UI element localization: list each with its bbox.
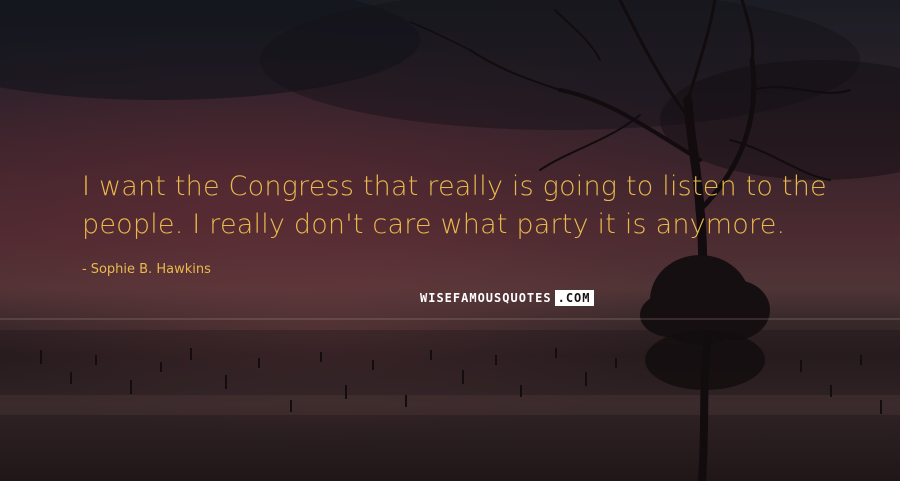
horizon-line (0, 318, 900, 320)
watermark-main: WISEFAMOUSQUOTES (420, 291, 552, 305)
quote-line-2: people. I really don't care what party i… (82, 209, 786, 240)
watermark-tld: .COM (554, 290, 594, 306)
quote-line-1: I want the Congress that really is going… (82, 171, 827, 202)
quote-author: - Sophie B. Hawkins (82, 262, 211, 277)
tree-reflection-foliage (645, 330, 765, 390)
site-watermark: WISEFAMOUSQUOTES .COM (420, 290, 594, 306)
quote-text: I want the Congress that really is going… (82, 168, 862, 244)
water-shimmer (0, 395, 900, 415)
tree-foliage (640, 293, 700, 337)
author-name: Sophie B. Hawkins (90, 262, 211, 277)
quote-image: I want the Congress that really is going… (0, 0, 900, 481)
author-dash: - (82, 262, 87, 277)
